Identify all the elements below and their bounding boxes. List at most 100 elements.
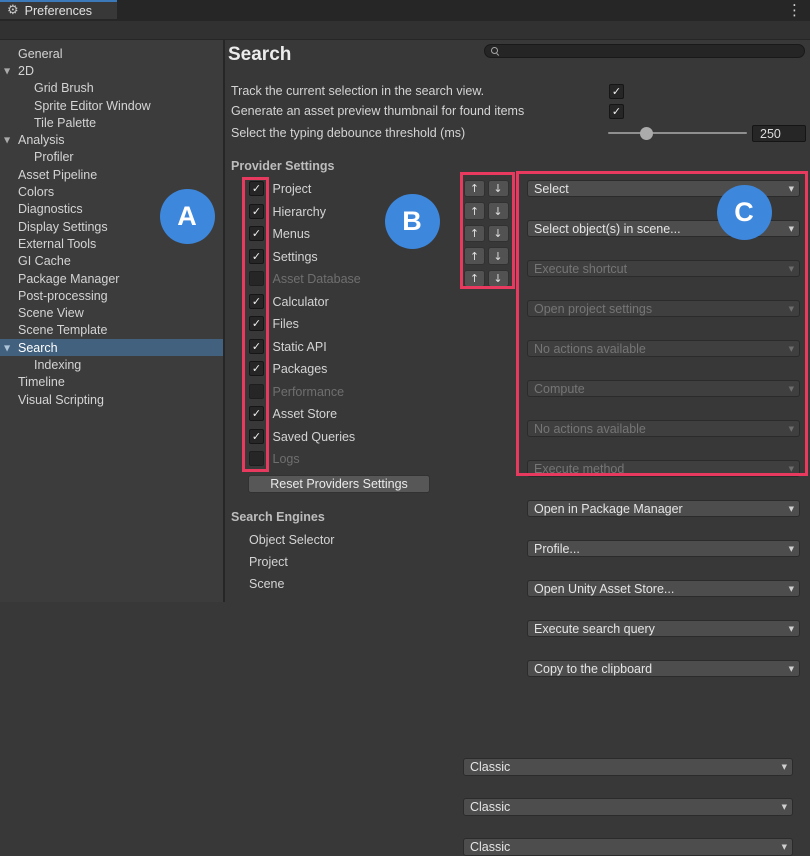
provider-action-dropdown-files[interactable]: No actions available ▼ <box>527 420 800 438</box>
provider-action-dropdown-asset-store[interactable]: Open Unity Asset Store...▼ <box>527 580 800 598</box>
sidebar-item-analysis[interactable]: ▼Analysis <box>0 131 223 148</box>
sidebar-item-timeline[interactable]: Timeline <box>0 374 223 391</box>
expander-icon[interactable]: ▼ <box>4 136 10 145</box>
sidebar-item-general[interactable]: General <box>0 45 223 62</box>
move-up-button[interactable]: ↑ <box>464 202 485 220</box>
provider-action-dropdown-performance[interactable]: Profile...▼ <box>527 540 800 558</box>
provider-checkbox-logs[interactable] <box>249 451 264 466</box>
move-up-button[interactable]: ↑ <box>464 180 485 198</box>
chevron-down-icon: ▼ <box>789 425 794 433</box>
chevron-down-icon: ▼ <box>782 843 787 851</box>
move-down-button[interactable]: ↓ <box>488 247 509 265</box>
provider-checkbox-asset-database[interactable] <box>249 271 264 286</box>
provider-action-dropdown-hierarchy[interactable]: Select object(s) in scene...▼ <box>527 220 800 238</box>
engine-label-scene: Scene <box>249 577 284 591</box>
provider-checkbox-static-api[interactable]: ✓ <box>249 339 264 354</box>
provider-action-dropdown-logs[interactable]: Copy to the clipboard▼ <box>527 660 800 678</box>
debounce-value-field[interactable]: 250 <box>752 125 806 142</box>
move-down-button[interactable]: ↓ <box>488 180 509 198</box>
provider-checkbox-settings[interactable]: ✓ <box>249 249 264 264</box>
sidebar-item-indexing[interactable]: Indexing <box>0 356 223 373</box>
sidebar-item-visual-scripting[interactable]: Visual Scripting <box>0 391 223 408</box>
down-arrow-icon: ↓ <box>493 272 502 285</box>
sidebar-item-label: Package Manager <box>18 272 119 286</box>
engine-dropdown-object-selector[interactable]: Classic▼ <box>463 758 793 776</box>
sidebar-item-2d[interactable]: ▼ 2D <box>0 62 223 79</box>
sidebar-item-scene-template[interactable]: Scene Template <box>0 322 223 339</box>
sidebar-item-label: 2D <box>18 64 34 78</box>
sidebar-item-gi-cache[interactable]: GI Cache <box>0 253 223 270</box>
provider-action-dropdown-settings[interactable]: Open project settings▼ <box>527 300 800 318</box>
provider-action-column: Select▼Select object(s) in scene...▼Exec… <box>225 40 810 268</box>
sidebar-item-display-settings[interactable]: Display Settings <box>0 218 223 235</box>
sidebar-item-external-tools[interactable]: External Tools <box>0 235 223 252</box>
check-icon: ✓ <box>252 206 261 217</box>
sidebar-item-label: Colors <box>18 185 54 199</box>
sidebar-item-colors[interactable]: Colors <box>0 183 223 200</box>
move-down-button[interactable]: ↓ <box>488 225 509 243</box>
provider-action-dropdown-asset-database[interactable]: No actions available▼ <box>527 340 800 358</box>
kebab-menu-icon[interactable]: ⋮ <box>787 2 802 19</box>
provider-checkbox-performance[interactable] <box>249 384 264 399</box>
option-preview-thumbnail-checkbox[interactable]: ✓ <box>609 104 624 119</box>
move-up-button[interactable]: ↑ <box>464 270 485 288</box>
provider-checkbox-files[interactable]: ✓ <box>249 316 264 331</box>
sidebar-item-post-processing[interactable]: Post-processing <box>0 287 223 304</box>
move-down-button[interactable]: ↓ <box>488 270 509 288</box>
sidebar-item-label: External Tools <box>18 237 96 251</box>
provider-checkbox-packages[interactable]: ✓ <box>249 361 264 376</box>
tab-preferences[interactable]: ⚙ Preferences <box>0 0 117 19</box>
sidebar-item-grid-brush[interactable]: Grid Brush <box>0 80 223 97</box>
sidebar-item-package-manager[interactable]: Package Manager <box>0 270 223 287</box>
debounce-slider-track[interactable] <box>608 132 747 134</box>
check-icon: ✓ <box>252 183 261 194</box>
chevron-down-icon: ▼ <box>789 465 794 473</box>
sidebar-item-label: Timeline <box>18 375 65 389</box>
option-preview-thumbnail-label: Generate an asset preview thumbnail for … <box>231 104 524 118</box>
sidebar-item-profiler[interactable]: Profiler <box>0 149 223 166</box>
sidebar-item-sprite-editor-window[interactable]: Sprite Editor Window <box>0 97 223 114</box>
dropdown-value: Select object(s) in scene... <box>534 222 681 236</box>
dropdown-value: Copy to the clipboard <box>534 662 652 676</box>
chevron-down-icon: ▼ <box>789 385 794 393</box>
provider-action-dropdown-menus[interactable]: Execute shortcut▼ <box>527 260 800 278</box>
gear-icon: ⚙ <box>7 4 19 17</box>
provider-checkbox-project[interactable]: ✓ <box>249 181 264 196</box>
move-down-button[interactable]: ↓ <box>488 202 509 220</box>
expander-icon[interactable]: ▼ <box>4 343 10 352</box>
sidebar-item-scene-view[interactable]: Scene View <box>0 304 223 321</box>
provider-checkbox-saved-queries[interactable]: ✓ <box>249 429 264 444</box>
engine-dropdown-project[interactable]: Classic▼ <box>463 798 793 816</box>
provider-action-dropdown-project[interactable]: Select▼ <box>527 180 800 198</box>
dropdown-value: Execute shortcut <box>534 262 627 276</box>
provider-settings-header: Provider Settings <box>231 159 335 173</box>
debounce-slider-handle[interactable] <box>640 127 653 140</box>
reset-providers-button[interactable]: Reset Providers Settings <box>248 475 430 493</box>
sidebar-item-diagnostics[interactable]: Diagnostics <box>0 201 223 218</box>
provider-checkbox-menus[interactable]: ✓ <box>249 226 264 241</box>
chevron-down-icon: ▼ <box>789 505 794 513</box>
provider-action-dropdown-calculator[interactable]: Compute▼ <box>527 380 800 398</box>
provider-action-dropdown-packages[interactable]: Open in Package Manager▼ <box>527 500 800 518</box>
move-up-button[interactable]: ↑ <box>464 247 485 265</box>
provider-checkbox-hierarchy[interactable]: ✓ <box>249 204 264 219</box>
provider-checkbox-calculator[interactable]: ✓ <box>249 294 264 309</box>
tab-title: Preferences <box>25 4 92 18</box>
move-up-button[interactable]: ↑ <box>464 225 485 243</box>
sidebar-item-search[interactable]: ▼ Search <box>0 339 223 356</box>
search-engines-header: Search Engines <box>231 510 325 524</box>
sidebar-item-asset-pipeline[interactable]: Asset Pipeline <box>0 166 223 183</box>
sidebar-item-label: Diagnostics <box>18 202 83 216</box>
provider-checkbox-asset-store[interactable]: ✓ <box>249 406 264 421</box>
page-title: Search <box>228 44 291 66</box>
expander-icon[interactable]: ▼ <box>4 66 10 75</box>
provider-action-dropdown-static-api[interactable]: Execute method▼ <box>527 460 800 478</box>
provider-action-dropdown-saved-queries[interactable]: Execute search query▼ <box>527 620 800 638</box>
option-track-selection-checkbox[interactable]: ✓ <box>609 84 624 99</box>
sidebar-item-label: Search <box>18 341 58 355</box>
sidebar-item-tile-palette[interactable]: Tile Palette <box>0 114 223 131</box>
dropdown-value: No actions available <box>534 422 646 436</box>
sidebar-item-label: Visual Scripting <box>18 393 104 407</box>
check-icon: ✓ <box>252 251 261 262</box>
engine-dropdown-scene[interactable]: Classic▼ <box>463 838 793 856</box>
